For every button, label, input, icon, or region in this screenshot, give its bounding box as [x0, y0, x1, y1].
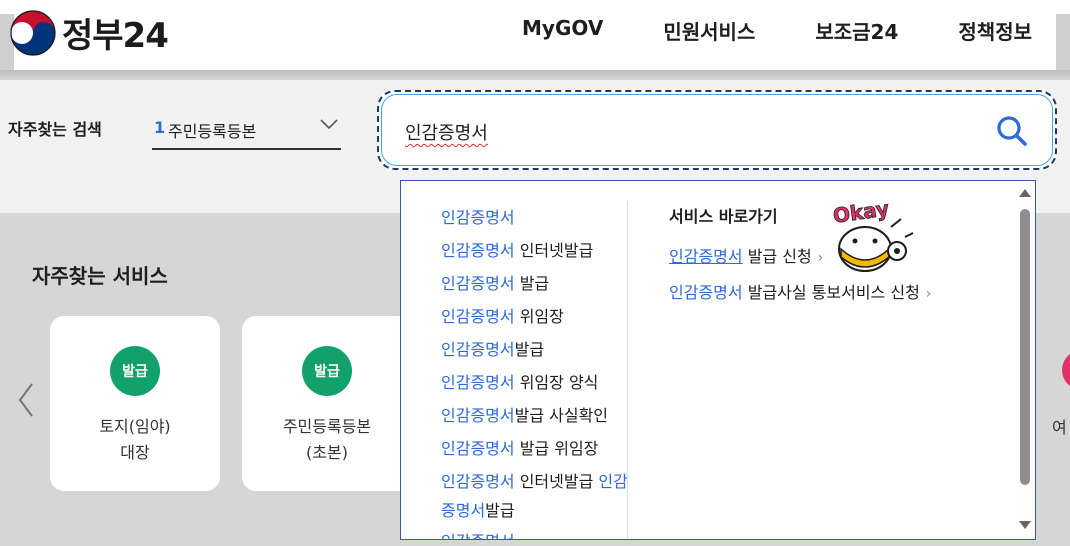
autocomplete-match: 인감증명서	[441, 472, 515, 491]
autocomplete-item[interactable]: 인감증명서 발급	[441, 267, 631, 300]
autocomplete-item[interactable]: 인감증명서 발급 위임장	[441, 432, 631, 465]
taegeuk-logo-icon	[10, 9, 56, 56]
shortcut-match: 인감증명서	[669, 283, 743, 302]
nav-item-civil-services[interactable]: 민원서비스	[663, 16, 755, 45]
issue-badge: 발급	[110, 346, 160, 396]
autocomplete-rest: 인터넷발급	[514, 241, 594, 260]
autocomplete-rest: 발급	[514, 340, 545, 359]
frequent-search-value: 주민등록등본	[168, 122, 257, 141]
mascot-text: Okay	[831, 197, 890, 228]
chevron-right-icon: ›	[925, 286, 932, 302]
shortcut-title: 서비스 바로가기	[669, 207, 778, 226]
shortcut-rest: 발급사실 통보서비스 신청	[742, 283, 920, 302]
chevron-left-icon[interactable]	[14, 380, 38, 420]
autocomplete-item[interactable]: 인감증명서 위임장	[441, 300, 631, 333]
autocomplete-rest: 발급 위임장	[514, 439, 599, 458]
autocomplete-match: 인감증명서	[441, 307, 515, 326]
service-card-title: 주민등록등본 (초본)	[282, 417, 372, 462]
issue-badge: 발급	[302, 346, 352, 396]
autocomplete-match: 인감증명서	[441, 340, 515, 359]
autocomplete-list: 인감증명서 인감증명서 인터넷발급 인감증명서 발급 인감증명서 위임장 인감증…	[441, 201, 631, 539]
dropdown-scrollbar[interactable]	[1017, 181, 1035, 539]
dropdown-divider	[627, 201, 628, 539]
nav-item-policy-info[interactable]: 정책정보	[958, 16, 1032, 45]
header: 정부24 MyGOV 민원서비스 보조금24 정책정보	[0, 0, 1070, 72]
scroll-up-arrow-icon[interactable]	[1019, 189, 1031, 197]
frequent-search-rank: 1	[154, 118, 166, 137]
autocomplete-dropdown: 인감증명서 인감증명서 인터넷발급 인감증명서 발급 인감증명서 위임장 인감증…	[400, 180, 1036, 540]
autocomplete-match: 인감증명서	[441, 241, 515, 260]
shortcut-seal-notification-apply[interactable]: 인감증명서 발급사실 통보서비스 신청 ›	[669, 279, 931, 303]
frequent-search-select[interactable]: 1 주민등록등본	[152, 108, 341, 150]
autocomplete-rest: 위임장	[514, 307, 564, 326]
nav-item-mygov[interactable]: MyGOV	[522, 16, 603, 45]
autocomplete-item[interactable]: 인감증명서 인터넷발급 인감증명서발급	[441, 465, 631, 525]
autocomplete-rest: 발급 사실확인	[514, 406, 609, 425]
header-shadow	[0, 70, 1070, 80]
autocomplete-match: 인감증명서	[441, 274, 515, 293]
chevron-down-icon	[320, 119, 338, 130]
chevron-right-icon: ›	[817, 250, 824, 266]
service-card-land-register[interactable]: 발급 토지(임야) 대장	[50, 316, 220, 491]
search-icon[interactable]	[995, 114, 1029, 148]
shortcut-rest: 발급 신청	[742, 247, 812, 266]
scroll-down-arrow-icon[interactable]	[1019, 521, 1031, 529]
autocomplete-match: 인감증명서	[441, 406, 515, 425]
autocomplete-match: 인감증명서	[441, 208, 515, 227]
okay-mascot-icon: Okay	[831, 197, 914, 272]
frequent-services-title: 자주찾는 서비스	[32, 264, 168, 288]
autocomplete-item[interactable]: 인감증명서 위임장 양식	[441, 366, 631, 399]
autocomplete-item[interactable]: 인감증명서	[441, 201, 631, 234]
search-input[interactable]: 인감증명서	[377, 90, 1057, 170]
partial-card-title: 여	[1052, 418, 1067, 437]
scrollbar-thumb[interactable]	[1020, 209, 1030, 485]
shortcut-seal-certificate-apply[interactable]: 인감증명서 발급 신청 ›	[669, 243, 823, 267]
autocomplete-rest: 발급	[485, 501, 515, 520]
autocomplete-item[interactable]: 인감증명서 인터넷발급	[441, 234, 631, 267]
logo[interactable]: 정부24	[10, 8, 169, 57]
autocomplete-rest: 인터넷발급	[514, 472, 599, 491]
service-card-title: 토지(임야) 대장	[99, 417, 171, 462]
search-query-text[interactable]: 인감증명서	[405, 119, 488, 145]
header-right-shade	[1056, 14, 1070, 72]
autocomplete-rest: 위임장 양식	[514, 373, 599, 392]
service-card-resident-register[interactable]: 발급 주민등록등본 (초본)	[242, 316, 412, 491]
autocomplete-item[interactable]: 인감증명서발급 사실확인	[441, 399, 631, 432]
autocomplete-match: 인감증명서	[441, 532, 515, 539]
autocomplete-item[interactable]: 인감증명서발급	[441, 333, 631, 366]
autocomplete-item[interactable]: 인감증명서	[441, 525, 631, 539]
nav-item-subsidy24[interactable]: 보조금24	[815, 16, 898, 45]
shortcut-match: 인감증명서	[669, 247, 743, 266]
autocomplete-match: 인감증명서	[441, 439, 515, 458]
frequent-search-label: 자주찾는 검색	[8, 120, 102, 139]
autocomplete-match: 인감증명서	[441, 373, 515, 392]
autocomplete-rest: 발급	[514, 274, 550, 293]
logo-text: 정부24	[62, 16, 169, 56]
main-nav: MyGOV 민원서비스 보조금24 정책정보	[462, 16, 1032, 45]
